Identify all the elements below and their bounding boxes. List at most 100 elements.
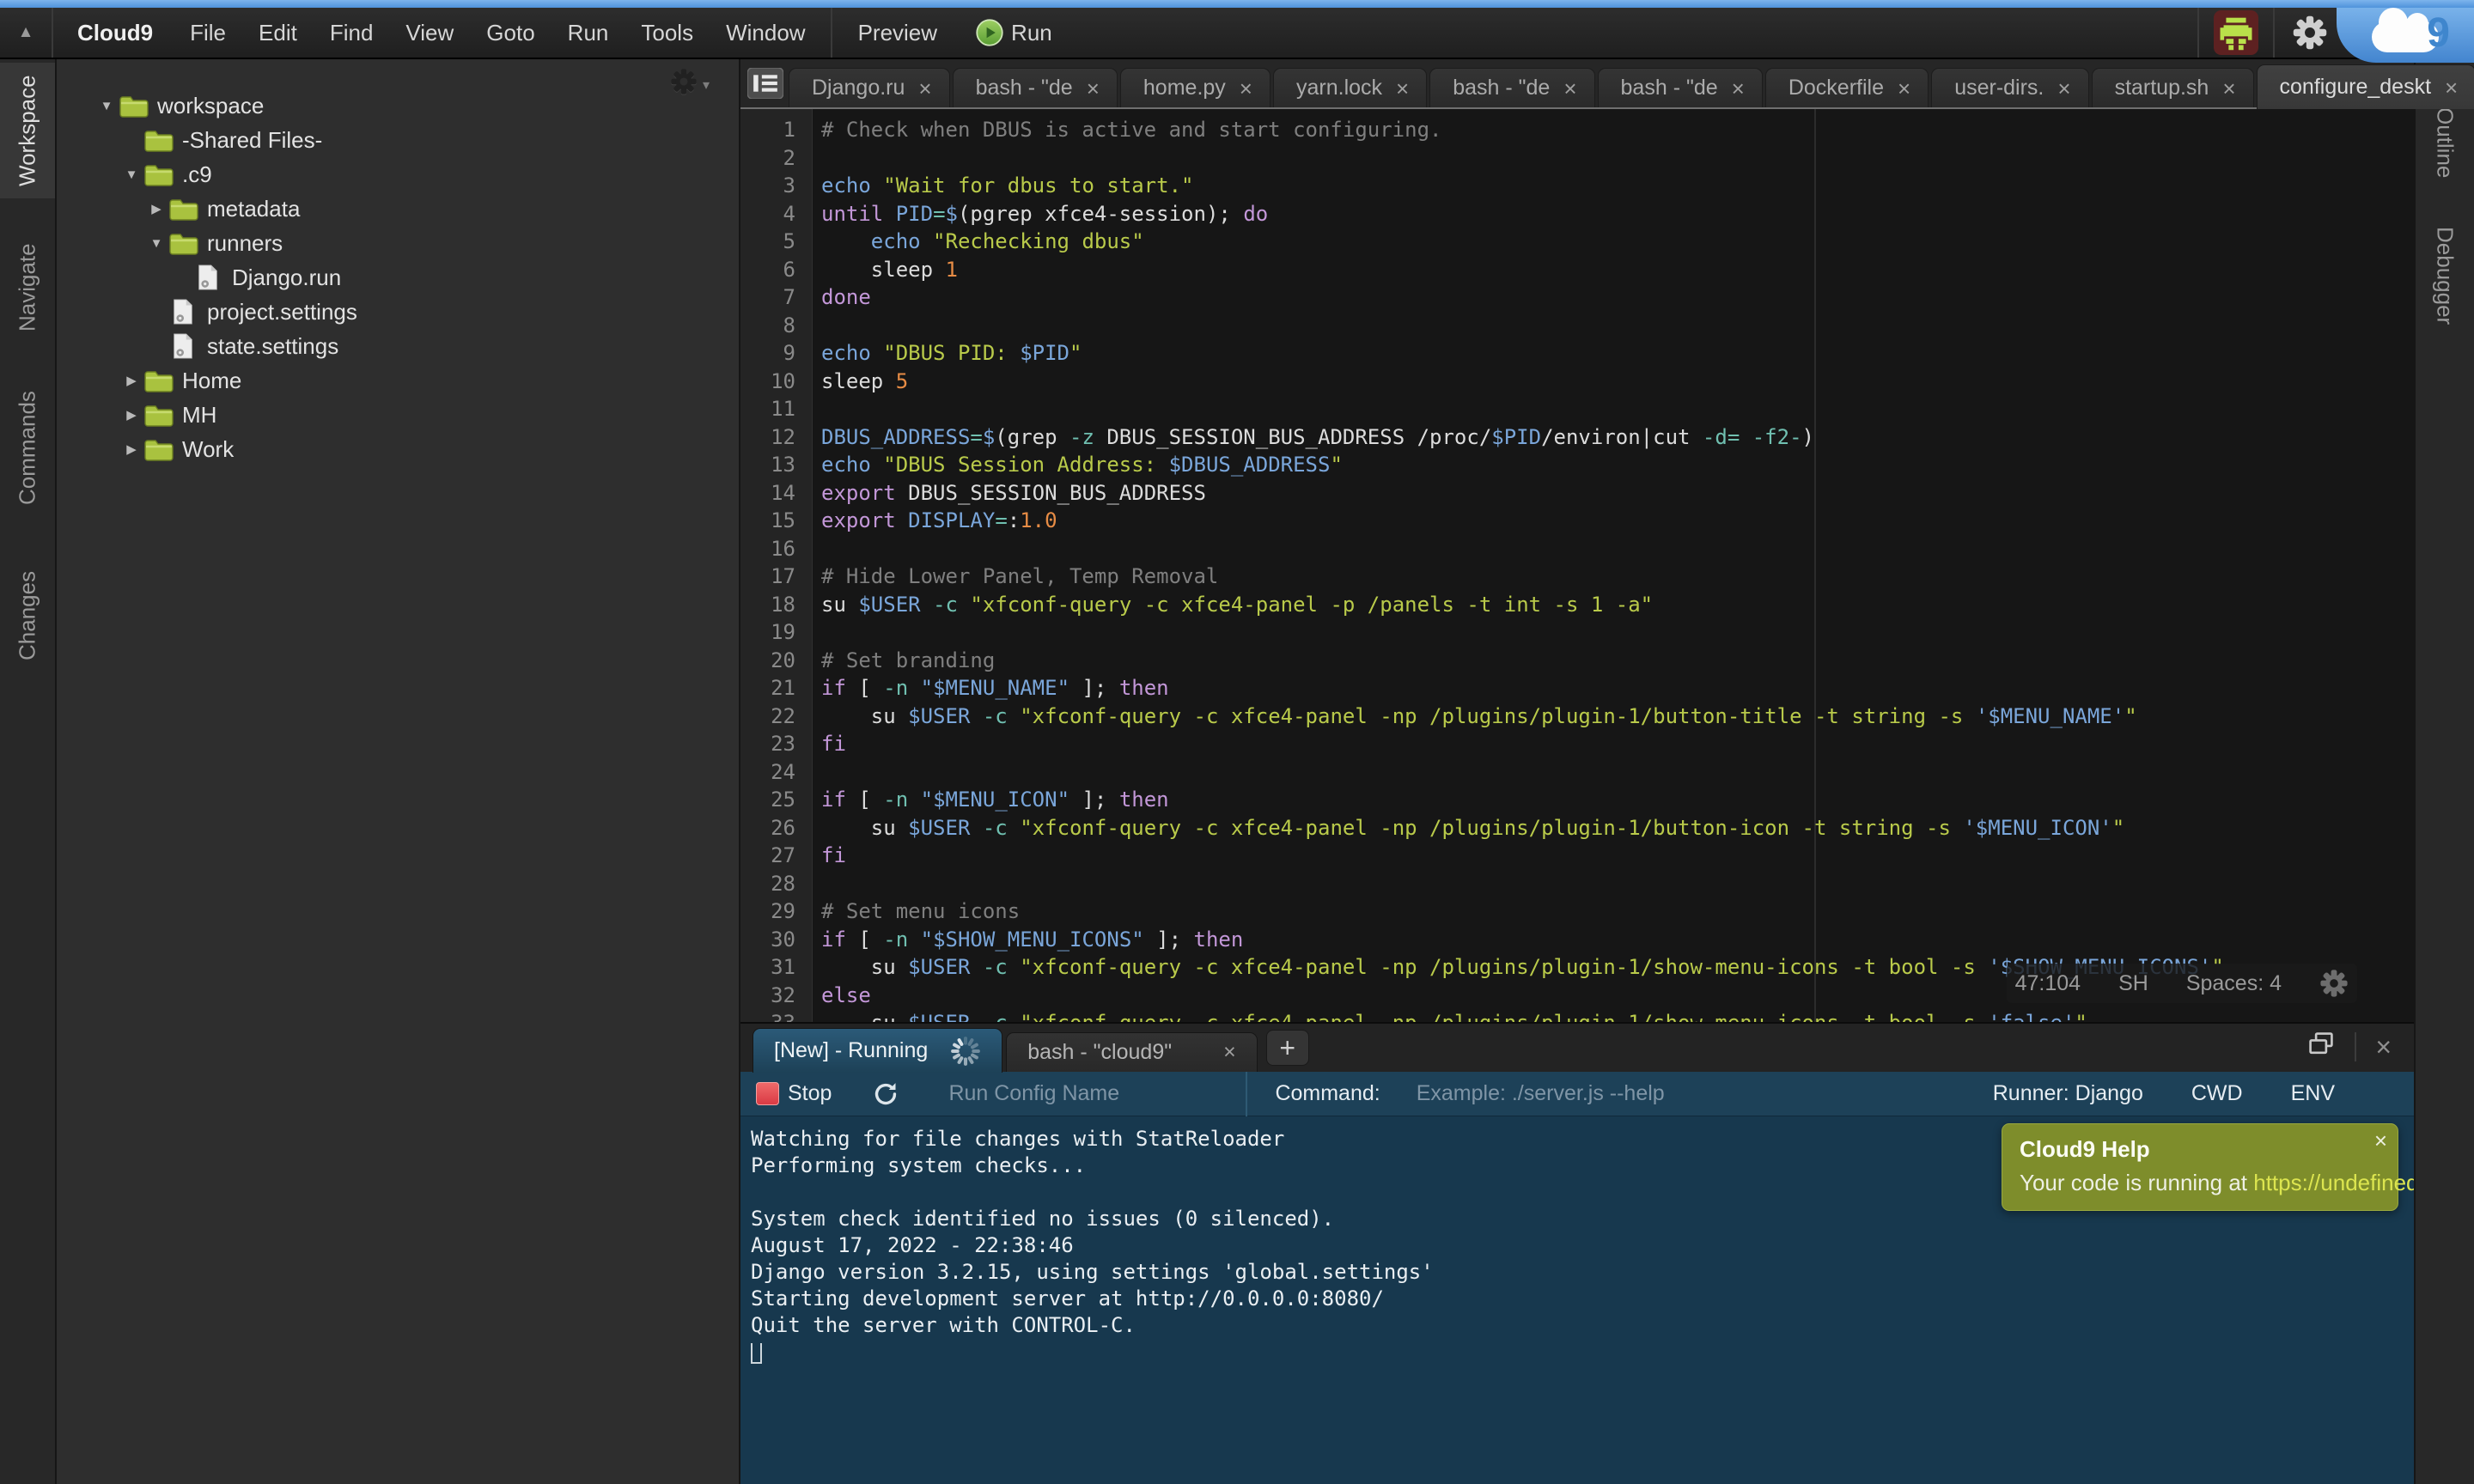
stop-button[interactable]: Stop bbox=[788, 1081, 832, 1106]
tab-close-icon[interactable]: × bbox=[1396, 77, 1409, 100]
menu-cloud9[interactable]: Cloud9 bbox=[53, 8, 174, 58]
chevron-closed-icon[interactable]: ▶ bbox=[119, 441, 144, 457]
tree-item-project-settings[interactable]: project.settings bbox=[57, 295, 739, 329]
debugger-bug-icon[interactable] bbox=[2197, 8, 2273, 58]
preview-button[interactable]: Preview bbox=[832, 8, 963, 58]
terminal-output[interactable]: × Cloud9 Help Your code is running at ht… bbox=[740, 1116, 2414, 1484]
menu-goto[interactable]: Goto bbox=[470, 8, 551, 58]
rail-tab-outline[interactable]: Outline bbox=[2416, 95, 2474, 190]
tab-label: user-dirs. bbox=[1954, 76, 2044, 100]
menu-edit[interactable]: Edit bbox=[242, 8, 314, 58]
cwd-button[interactable]: CWD bbox=[2191, 1081, 2243, 1106]
rail-tab-workspace[interactable]: Workspace bbox=[0, 63, 55, 198]
editor-tab-django-ru[interactable]: Django.ru× bbox=[789, 68, 950, 107]
maximize-icon[interactable] bbox=[2306, 1030, 2336, 1063]
spaces-setting[interactable]: Spaces: 4 bbox=[2186, 970, 2282, 998]
stop-icon[interactable] bbox=[756, 1082, 779, 1105]
editor-tab-home-py[interactable]: home.py× bbox=[1120, 68, 1271, 107]
tree-item-metadata[interactable]: ▶metadata bbox=[57, 192, 739, 226]
tree-item-work[interactable]: ▶Work bbox=[57, 432, 739, 466]
rail-tab-navigate[interactable]: Navigate bbox=[0, 236, 55, 339]
new-console-tab-button[interactable]: + bbox=[1266, 1030, 1309, 1066]
line-number: 11 bbox=[740, 395, 795, 423]
folder-icon bbox=[169, 230, 198, 256]
chevron-closed-icon[interactable]: ▶ bbox=[119, 407, 144, 423]
menu-file[interactable]: File bbox=[174, 8, 242, 58]
code-line: 30if [ -n "$SHOW_MENU_ICONS" ]; then bbox=[740, 926, 2414, 954]
code-editor[interactable]: 1# Check when DBUS is active and start c… bbox=[740, 109, 2414, 1022]
run-button[interactable]: Run bbox=[963, 8, 1064, 58]
tab-list-button[interactable] bbox=[747, 64, 783, 102]
chevron-open-icon[interactable]: ▼ bbox=[119, 167, 144, 182]
tab-label: bash - "de bbox=[1621, 76, 1718, 100]
tab-close-icon[interactable]: × bbox=[1087, 77, 1100, 100]
menu-window[interactable]: Window bbox=[710, 8, 821, 58]
console-tab-bash-cloud9[interactable]: bash - "cloud9" × bbox=[1006, 1032, 1257, 1072]
toast-link[interactable]: https://undefined bbox=[2253, 1170, 2414, 1195]
rail-tab-changes[interactable]: Changes bbox=[0, 566, 55, 665]
cursor-position[interactable]: 47:104 bbox=[2015, 970, 2081, 998]
tree-item-label: MH bbox=[182, 402, 216, 429]
console-tab-close-icon[interactable]: × bbox=[1223, 1040, 1236, 1065]
editor-tab-user-dirs[interactable]: user-dirs. × bbox=[1931, 68, 2088, 107]
tab-close-icon[interactable]: × bbox=[918, 77, 931, 100]
runner-selector[interactable]: Runner: Django bbox=[1993, 1081, 2143, 1106]
env-button[interactable]: ENV bbox=[2291, 1081, 2335, 1106]
command-input[interactable]: Example: ./server.js --help bbox=[1417, 1081, 1665, 1106]
tree-item-shared-files[interactable]: -Shared Files- bbox=[57, 123, 739, 157]
run-config-input[interactable]: Run Config Name bbox=[948, 1081, 1206, 1106]
tree-item-runners[interactable]: ▼runners bbox=[57, 226, 739, 260]
tree-item-mh[interactable]: ▶ MH bbox=[57, 398, 739, 432]
chevron-open-icon[interactable]: ▼ bbox=[94, 99, 119, 113]
menu-find[interactable]: Find bbox=[314, 8, 390, 58]
line-number: 4 bbox=[740, 200, 795, 228]
code-line: 33 su $USER -c "xfconf-query -c xfce4-pa… bbox=[740, 1009, 2414, 1022]
preferences-gear-icon[interactable] bbox=[2273, 8, 2345, 58]
console-pane: [New] - Running bash - "cloud9" × + × Stop… bbox=[740, 1022, 2414, 1484]
editor-tab-startup-sh[interactable]: startup.sh× bbox=[2092, 68, 2254, 107]
tree-item-c9[interactable]: ▼.c9 bbox=[57, 157, 739, 192]
tree-item-label: workspace bbox=[157, 93, 264, 119]
menu-run[interactable]: Run bbox=[551, 8, 625, 58]
editor-tab-bash-de[interactable]: bash - "de× bbox=[1429, 68, 1594, 107]
syntax-mode[interactable]: SH bbox=[2118, 970, 2148, 998]
tab-close-icon[interactable]: × bbox=[2057, 77, 2070, 100]
tree-settings-button[interactable]: ▾ bbox=[670, 68, 710, 101]
tab-close-icon[interactable]: × bbox=[1732, 77, 1745, 100]
chevron-closed-icon[interactable]: ▶ bbox=[143, 201, 169, 216]
tab-label: Dockerfile bbox=[1788, 76, 1884, 100]
editor-tab-dockerfile[interactable]: Dockerfile × bbox=[1765, 68, 1929, 107]
code-line: 28 bbox=[740, 870, 2414, 898]
console-tab-new-running[interactable]: [New] - Running bbox=[753, 1028, 1002, 1073]
tree-item-django-run[interactable]: Django.run bbox=[57, 260, 739, 295]
editor-tab-bash-de[interactable]: bash - "de × bbox=[1598, 68, 1763, 107]
code-line: 8 bbox=[740, 312, 2414, 340]
rail-tab-commands[interactable]: Commands bbox=[0, 392, 55, 504]
tab-close-icon[interactable]: × bbox=[2222, 77, 2235, 100]
menu-collapse-button[interactable]: ▲ bbox=[0, 8, 53, 58]
tree-item-workspace[interactable]: ▼ workspace bbox=[57, 88, 739, 123]
console-tab-label: bash - "cloud9" bbox=[1027, 1040, 1172, 1065]
editor-tab-yarn-lock[interactable]: yarn.lock× bbox=[1273, 68, 1427, 107]
menu-tools[interactable]: Tools bbox=[625, 8, 710, 58]
chevron-closed-icon[interactable]: ▶ bbox=[119, 373, 144, 388]
code-line: 3echo "Wait for dbus to start." bbox=[740, 172, 2414, 200]
status-gear-icon[interactable] bbox=[2319, 969, 2349, 998]
tree-item-home[interactable]: ▶Home bbox=[57, 363, 739, 398]
editor-tab-configure-deskt[interactable]: configure_deskt× bbox=[2257, 64, 2474, 109]
close-console-icon[interactable]: × bbox=[2375, 1033, 2392, 1061]
toast-close-icon[interactable]: × bbox=[2374, 1128, 2387, 1154]
editor-tab-bash-de[interactable]: bash - "de× bbox=[953, 68, 1118, 107]
line-number: 2 bbox=[740, 144, 795, 173]
menu-view[interactable]: View bbox=[389, 8, 470, 58]
line-number: 28 bbox=[740, 870, 795, 898]
tree-item-state-settings[interactable]: state.settings bbox=[57, 329, 739, 363]
tab-close-icon[interactable]: × bbox=[2445, 76, 2458, 99]
restart-icon[interactable] bbox=[871, 1080, 900, 1109]
chevron-open-icon[interactable]: ▼ bbox=[143, 236, 169, 251]
file-tree: ▼ workspace -Shared Files-▼.c9▶metadata▼ru… bbox=[57, 88, 739, 466]
tab-close-icon[interactable]: × bbox=[1898, 77, 1910, 100]
tab-close-icon[interactable]: × bbox=[1240, 77, 1252, 100]
tab-close-icon[interactable]: × bbox=[1563, 77, 1576, 100]
rail-tab-debugger[interactable]: Debugger bbox=[2416, 222, 2474, 330]
